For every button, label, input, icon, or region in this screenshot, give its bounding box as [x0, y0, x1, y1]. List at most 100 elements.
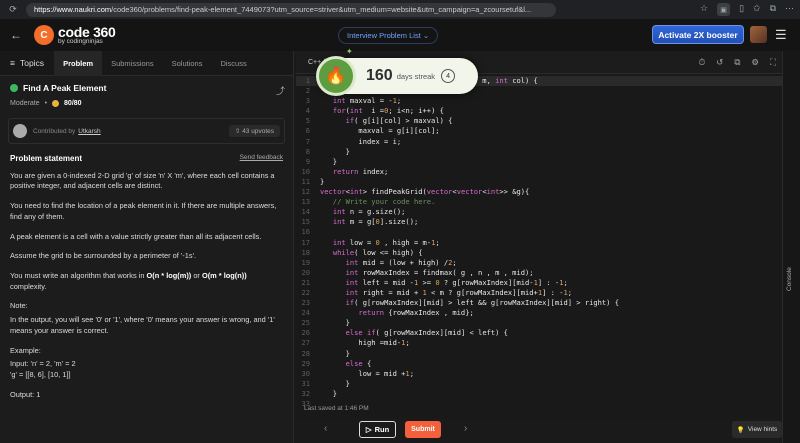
reset-code-icon[interactable]: ↺	[716, 57, 723, 68]
code-line[interactable]: 6 maxval = g[i][col];	[296, 126, 782, 136]
code-line[interactable]: 5 if( g[i][col] > maxval) {	[296, 116, 782, 126]
line-number: 19	[301, 257, 310, 267]
chevron-left-icon[interactable]: ‹	[324, 423, 327, 434]
contributor-card: Contributed by Utkarsh ⇧ 43 upvotes	[8, 118, 285, 144]
code-text: return {rowMaxIndex , mid};	[358, 308, 474, 318]
separator-dot: •	[44, 100, 48, 107]
line-number: 29	[301, 358, 310, 368]
url-path: /code360/problems/find-peak-element_7449…	[111, 5, 532, 14]
browser-menu-icon[interactable]: ⋯	[785, 3, 794, 16]
code-line[interactable]: 29 else {	[296, 359, 782, 369]
line-number: 3	[305, 96, 310, 106]
code-line[interactable]: 3 int maxval = -1;	[296, 96, 782, 106]
extension-icon[interactable]: ▣	[717, 3, 731, 16]
code-line[interactable]: 17 int low = 0 , high = m-1;	[296, 238, 782, 248]
upvote-count: 43 upvotes	[242, 128, 274, 135]
code-text: int mid = (low + high) /2;	[345, 257, 457, 267]
code-line[interactable]: 20 int rowMaxIndex = findmax( g , n , m …	[296, 268, 782, 278]
code-text: int rowMaxIndex = findmax( g , n , m , m…	[345, 267, 534, 277]
code360-logo[interactable]: C code 360 by codingninjas	[34, 25, 116, 46]
favorites-icon[interactable]: ✩	[753, 3, 761, 16]
view-hints-button[interactable]: 💡 View hints	[732, 421, 782, 438]
copy-code-icon[interactable]: ⧉	[734, 57, 740, 68]
code-text: else {	[345, 358, 372, 368]
streak-day-badge: 4	[441, 69, 456, 83]
code-line[interactable]: 21 int left = mid -1 >= 0 ? g[rowMaxInde…	[296, 278, 782, 288]
line-number: 11	[301, 176, 310, 186]
user-avatar[interactable]	[750, 26, 767, 43]
code-line[interactable]: 22 int right = mid + 1 < m ? g[rowMaxInd…	[296, 288, 782, 298]
code-line[interactable]: 26 else if( g[rowMaxIndex][mid] < left) …	[296, 328, 782, 338]
line-number: 7	[305, 136, 310, 146]
activate-booster-button[interactable]: Activate 2X booster	[652, 25, 744, 44]
code-line[interactable]: 4 for(int i =0; i<n; i++) {	[296, 106, 782, 116]
fullscreen-icon[interactable]: ⛶	[770, 57, 776, 68]
line-number: 30	[301, 368, 310, 378]
collections-icon[interactable]: ⧉	[770, 3, 776, 16]
code-line[interactable]: 24 return {rowMaxIndex , mid};	[296, 308, 782, 318]
line-number: 8	[305, 146, 310, 156]
code-text: int left = mid -1 >= 0 ? g[rowMaxIndex][…	[345, 277, 568, 287]
code-line[interactable]: 32 }	[296, 389, 782, 399]
code-line[interactable]: 9 }	[296, 157, 782, 167]
coin-icon	[52, 100, 60, 107]
code-line[interactable]: 23 if( g[rowMaxIndex][mid] > left && g[r…	[296, 298, 782, 308]
code-line[interactable]: 14 int n = g.size();	[296, 207, 782, 217]
console-toggle[interactable]: Console	[782, 51, 800, 443]
code-line[interactable]: 25 }	[296, 318, 782, 328]
send-feedback-link[interactable]: Send feedback	[240, 153, 283, 165]
code-line[interactable]: 28 }	[296, 349, 782, 359]
split-view-icon[interactable]: ▯	[739, 3, 744, 16]
code-line[interactable]: 18 while( low <= high) {	[296, 248, 782, 258]
code-line[interactable]: 19 int mid = (low + high) /2;	[296, 258, 782, 268]
back-arrow-icon[interactable]: ←	[10, 28, 28, 42]
contributor-name-link[interactable]: Utkarsh	[78, 128, 100, 135]
solved-check-icon	[10, 84, 18, 92]
interview-problem-list-dropdown[interactable]: Interview Problem List ⌄	[338, 27, 439, 44]
code-line[interactable]: 30 low = mid +1;	[296, 369, 782, 379]
code-line[interactable]: 7 index = i;	[296, 137, 782, 147]
tab-discuss[interactable]: Discuss	[211, 51, 255, 76]
bookmark-star-icon[interactable]: ☆	[700, 3, 708, 16]
settings-gear-icon[interactable]: ⚙	[751, 57, 759, 68]
code-line[interactable]: 31 }	[296, 379, 782, 389]
code-line[interactable]: 11}	[296, 177, 782, 187]
console-label: Console	[786, 267, 793, 291]
line-number: 9	[305, 156, 310, 166]
code-line[interactable]: 10 return index;	[296, 167, 782, 177]
line-number: 1	[305, 76, 310, 85]
code-area[interactable]: 1 int n, int m, int col) {2 int index = …	[296, 74, 782, 409]
submit-button[interactable]: Submit	[405, 421, 441, 438]
code-text: // Write your code here.	[320, 197, 436, 207]
timer-icon[interactable]: ⏱	[699, 57, 706, 68]
tab-solutions[interactable]: Solutions	[163, 51, 212, 76]
share-icon[interactable]: ⤴	[276, 84, 285, 97]
tab-problem[interactable]: Problem	[54, 50, 103, 76]
topics-button[interactable]: ≡ Topics	[0, 58, 54, 68]
chevron-right-icon[interactable]: ›	[464, 423, 467, 434]
code-text: }	[320, 388, 338, 398]
code-line[interactable]: 8 }	[296, 147, 782, 157]
code-line[interactable]: 12 vector<int> findPeakGrid(vector<vector…	[296, 187, 782, 197]
code-line[interactable]: 16	[296, 227, 782, 237]
code-line[interactable]: 33	[296, 399, 782, 409]
code-text: int maxval = -1;	[332, 96, 402, 106]
upvote-button[interactable]: ⇧ 43 upvotes	[228, 125, 280, 137]
reload-icon[interactable]: ⟳	[6, 4, 20, 15]
address-bar[interactable]: https://www.naukri.com/code360/problems/…	[26, 2, 556, 17]
code-text: int low = 0 , high = m-1;	[332, 237, 440, 247]
streak-popup[interactable]: 🔥 160 days streak 4	[316, 56, 478, 96]
contributed-by-label: Contributed by	[33, 127, 76, 135]
run-button[interactable]: ▷ Run	[359, 421, 396, 438]
line-number: 10	[301, 166, 310, 176]
note-label: Note:	[10, 301, 28, 311]
code-line[interactable]: 15 int m = g[0].size();	[296, 217, 782, 227]
code-line[interactable]: 27 high =mid-1;	[296, 338, 782, 348]
logo-title: code 360	[58, 23, 116, 40]
tab-submissions[interactable]: Submissions	[102, 51, 163, 76]
problem-score: 80/80	[64, 100, 82, 107]
line-number: 32	[301, 388, 310, 398]
hamburger-menu-icon[interactable]: ☰	[775, 27, 787, 43]
code-text: else if( g[rowMaxIndex][mid] < left) {	[345, 328, 508, 338]
code-line[interactable]: 13 // Write your code here.	[296, 197, 782, 207]
